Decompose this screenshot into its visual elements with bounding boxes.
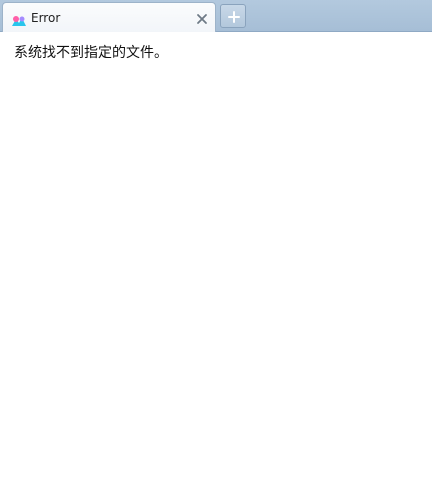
tab-title: Error xyxy=(31,11,61,25)
colorful-browser-favicon-icon xyxy=(11,12,27,26)
error-message: 系统找不到指定的文件。 xyxy=(14,45,168,61)
page-content: 系统找不到指定的文件。 xyxy=(0,32,432,503)
tab-strip: Error xyxy=(0,0,432,33)
new-tab-button[interactable] xyxy=(220,4,246,28)
close-icon[interactable] xyxy=(195,11,209,25)
tab-error[interactable]: Error xyxy=(2,2,216,33)
browser-window: Error 系统找不到指定的文件。 xyxy=(0,0,432,503)
